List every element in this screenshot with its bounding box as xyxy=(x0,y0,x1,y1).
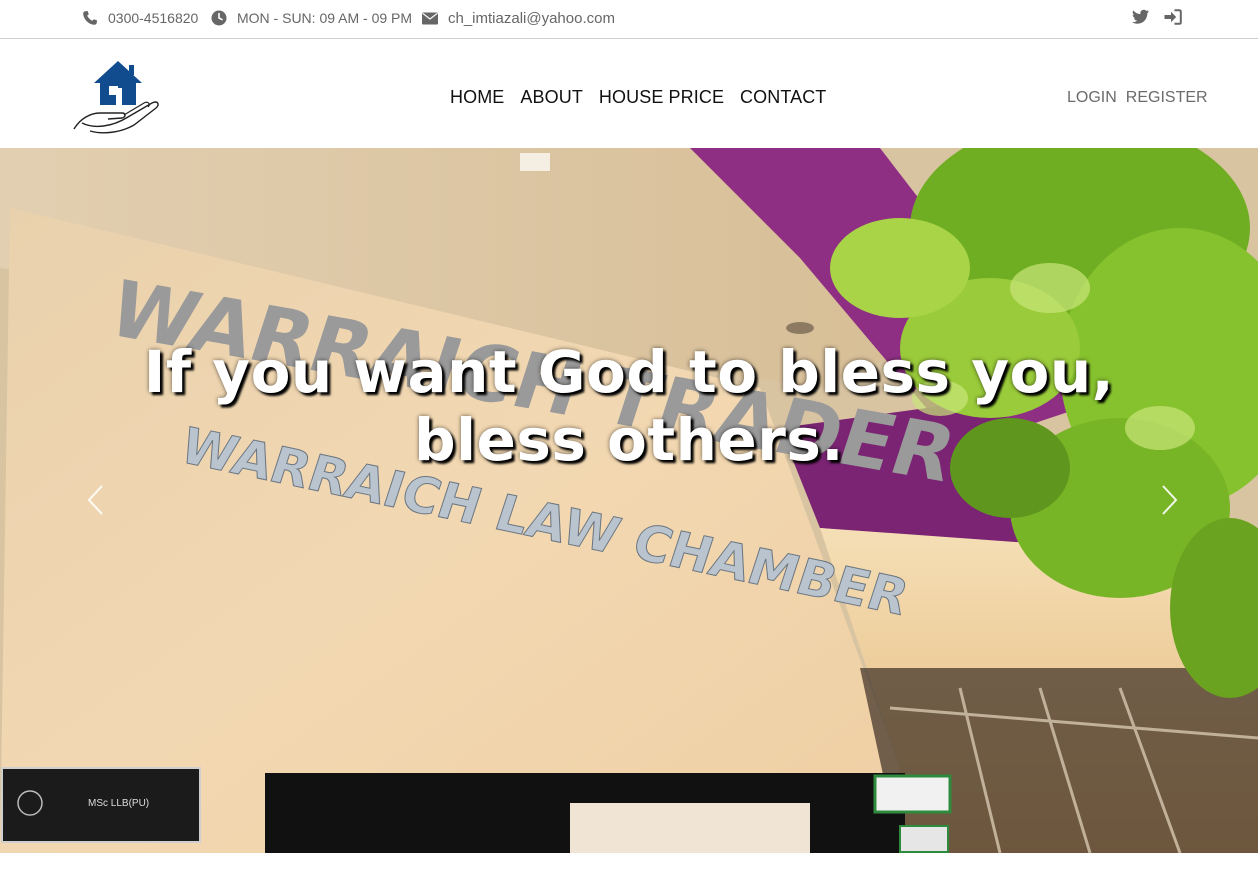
hours-text: MON - SUN: 09 AM - 09 PM xyxy=(237,10,413,26)
envelope-icon xyxy=(422,12,438,24)
opening-hours: MON - SUN: 09 AM - 09 PM xyxy=(211,0,412,36)
main-navigation: HOME ABOUT HOUSE PRICE CONTACT xyxy=(450,87,826,108)
hero-background-image: MSc LLB(PU) WARRAICH TRADERS WARRAICH LA… xyxy=(0,148,1258,853)
nav-contact[interactable]: CONTACT xyxy=(740,87,826,108)
chevron-left-icon xyxy=(87,485,103,515)
login-link[interactable]: LOGIN xyxy=(1067,89,1117,107)
nav-home[interactable]: HOME xyxy=(450,87,504,108)
phone-icon xyxy=(83,11,97,25)
clock-icon xyxy=(211,10,227,26)
email-text: ch_imtiazali@yahoo.com xyxy=(448,9,615,27)
social-links xyxy=(1132,9,1182,27)
site-logo[interactable] xyxy=(72,59,162,135)
carousel-next-button[interactable] xyxy=(1155,478,1185,522)
carousel-prev-button[interactable] xyxy=(80,478,110,522)
main-header: HOME ABOUT HOUSE PRICE CONTACT LOGIN REG… xyxy=(0,39,1258,148)
auth-links: LOGIN REGISTER xyxy=(1067,89,1208,107)
phone-number: 0300-4516820 xyxy=(108,10,199,26)
nameplate-text: MSc LLB(PU) xyxy=(88,798,149,809)
chevron-right-icon xyxy=(1162,485,1178,515)
hero-caption: If you want God to bless you, bless othe… xyxy=(0,338,1258,474)
email-info: ch_imtiazali@yahoo.com xyxy=(422,0,615,36)
hero-carousel: MSc LLB(PU) WARRAICH TRADERS WARRAICH LA… xyxy=(0,148,1258,853)
nav-about[interactable]: ABOUT xyxy=(520,87,583,108)
page-bottom-space xyxy=(0,853,1258,872)
hero-caption-line2: bless others. xyxy=(414,406,844,474)
hero-caption-line1: If you want God to bless you, xyxy=(143,338,1115,406)
twitter-icon[interactable] xyxy=(1132,9,1150,27)
phone-info: 0300-4516820 xyxy=(82,0,198,36)
register-link[interactable]: REGISTER xyxy=(1126,89,1208,107)
sign-in-icon[interactable] xyxy=(1164,9,1182,27)
nav-house-price[interactable]: HOUSE PRICE xyxy=(599,87,724,108)
top-info-bar: 0300-4516820 MON - SUN: 09 AM - 09 PM ch… xyxy=(0,0,1258,39)
